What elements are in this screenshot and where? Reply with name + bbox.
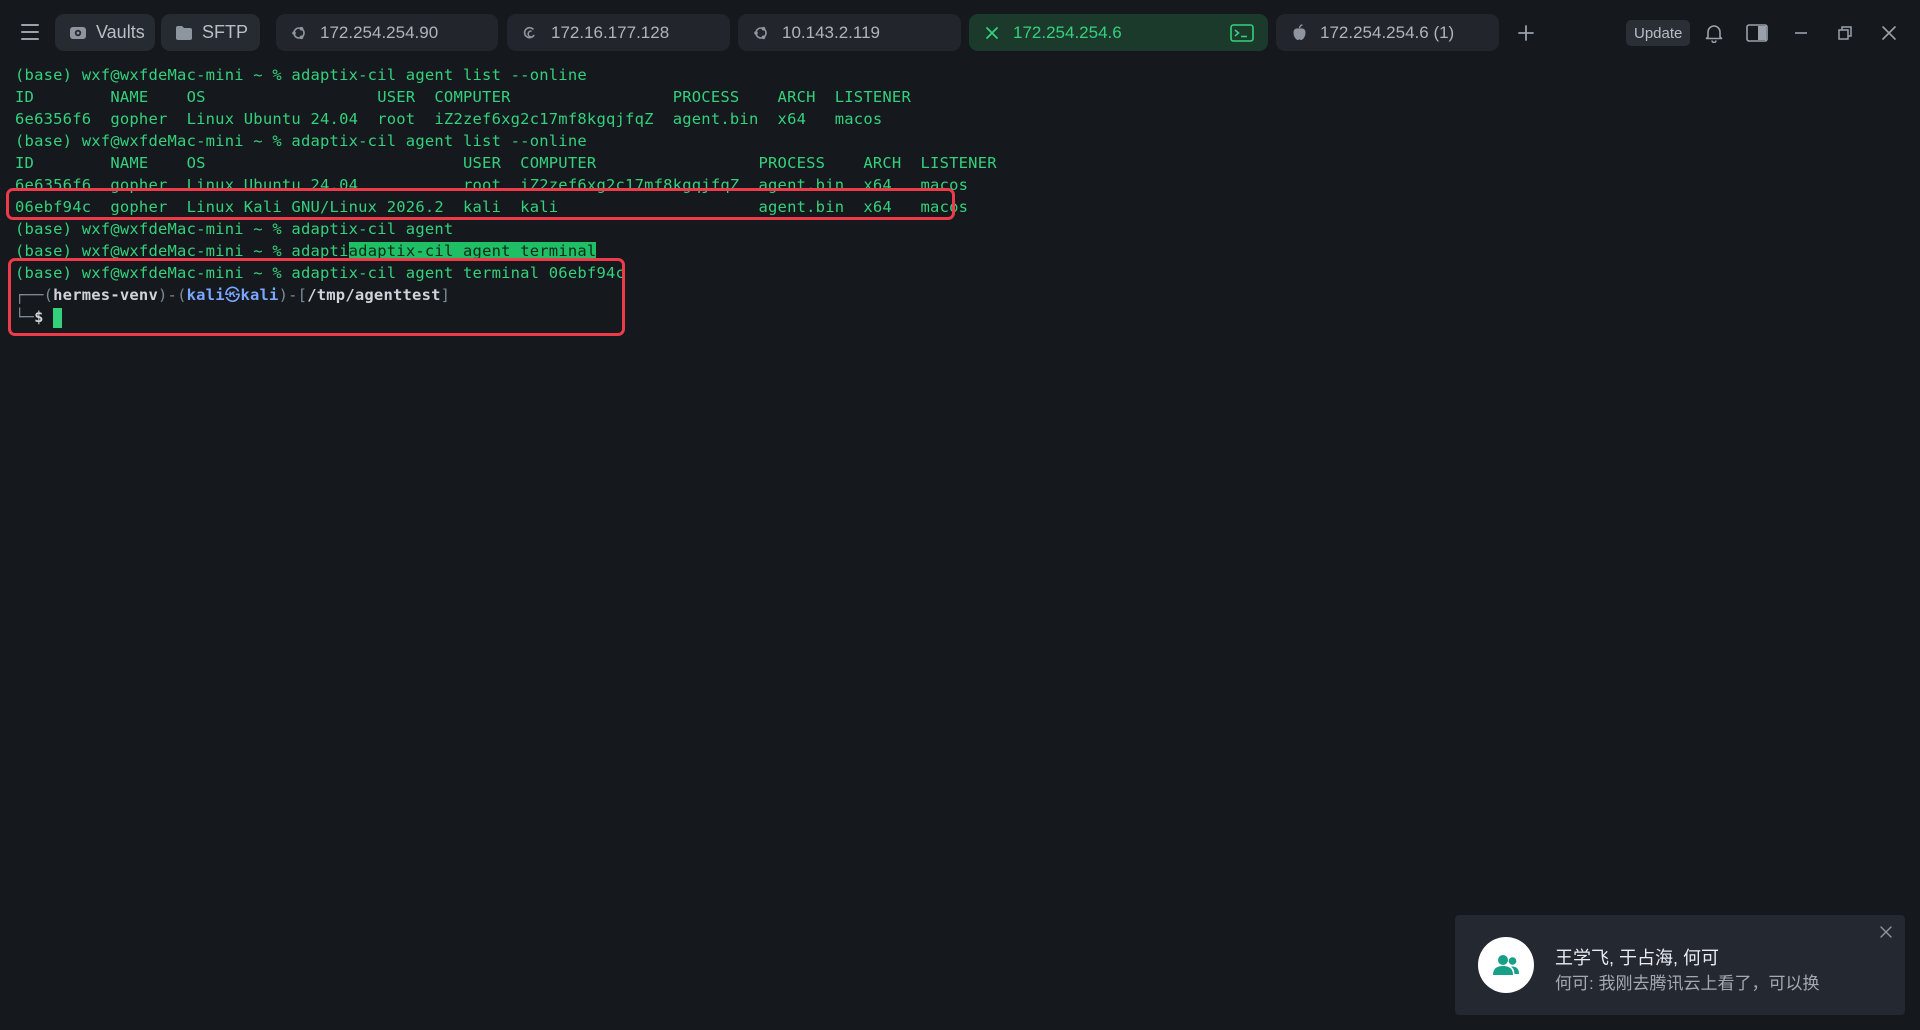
autocomplete-suggestion[interactable]: adaptix-cil agent terminal <box>348 242 597 260</box>
terminal-line: 6e6356f6 gopher Linux Ubuntu 24.04 root … <box>15 110 883 128</box>
tab-172-254-254-6-1[interactable]: 172.254.254.6 (1) <box>1276 14 1499 51</box>
notification-title: 王学飞, 于占海, 何可 <box>1555 948 1720 968</box>
group-users-icon <box>1491 953 1521 977</box>
prompt-dollar: $ <box>34 308 44 326</box>
terminal-line-terminal-command: (base) wxf@wxfdeMac-mini ~ % adaptix-cil… <box>15 264 626 282</box>
tab-label: 172.16.177.128 <box>551 22 670 42</box>
terminal-line: (base) wxf@wxfdeMac-mini ~ % adaptix-cil… <box>15 220 454 238</box>
terminal-line: (base) wxf@wxfdeMac-mini ~ % adaptix-cil… <box>15 132 587 150</box>
prompt-venv: hermes-venv <box>53 286 158 304</box>
terminal-line: (base) wxf@wxfdeMac-mini ~ % adaptix-cil… <box>15 66 587 84</box>
minimize-icon[interactable] <box>1785 17 1817 49</box>
tab-label: 172.254.254.6 (1) <box>1320 22 1455 42</box>
prompt-host: kali <box>240 286 279 304</box>
terminal-line-autocomplete: (base) wxf@wxfdeMac-mini ~ % adaptiadapt… <box>15 240 597 262</box>
group-avatar <box>1478 937 1534 993</box>
prompt-corner: └─ <box>15 308 35 326</box>
typed-command: (base) wxf@wxfdeMac-mini ~ % adapti <box>15 242 349 260</box>
prompt-separator: )-( <box>158 286 187 304</box>
new-tab-plus-icon[interactable] <box>1511 18 1541 48</box>
bell-icon[interactable] <box>1698 17 1730 49</box>
terminal-line: 6e6356f6 gopher Linux Ubuntu 24.04 root … <box>15 176 969 194</box>
hamburger-menu-icon[interactable] <box>14 16 46 48</box>
kali-prompt-line: ┌──(hermes-venv)-(kali㉿kali)-[/tmp/agent… <box>15 284 450 306</box>
chat-notification[interactable]: 王学飞, 于占海, 何可 何可: 我刚去腾讯云上看了，可以换 <box>1455 915 1905 1015</box>
prompt-path: /tmp/agenttest <box>307 286 441 304</box>
prompt-separator: )-[ <box>278 286 308 304</box>
tab-label: 10.143.2.119 <box>782 22 880 42</box>
notification-message: 何可: 我刚去腾讯云上看了，可以换 <box>1555 974 1820 993</box>
ubuntu-icon <box>752 24 770 42</box>
prompt-at-symbol: ㉿ <box>224 286 241 304</box>
close-tab-icon[interactable] <box>983 24 1001 42</box>
ubuntu-icon <box>290 24 308 42</box>
tab-label: 172.254.254.6 <box>1013 22 1122 42</box>
app-window: Vaults SFTP 172.254.254.90 172.16.177.12… <box>0 0 1920 1030</box>
sftp-button[interactable]: SFTP <box>161 14 260 51</box>
tab-172-254-254-90[interactable]: 172.254.254.90 <box>276 14 498 51</box>
sftp-label: SFTP <box>202 22 249 42</box>
vaults-button[interactable]: Vaults <box>55 14 155 51</box>
notification-close-icon[interactable] <box>1877 923 1895 941</box>
debian-icon <box>521 24 539 42</box>
tab-label: 172.254.254.90 <box>320 22 439 42</box>
prompt-corner: ┌──( <box>15 286 54 304</box>
kali-input-line[interactable]: └─$ <box>15 306 63 328</box>
sidebar-toggle-icon[interactable] <box>1741 17 1773 49</box>
terminal-pane[interactable]: (base) wxf@wxfdeMac-mini ~ % adaptix-cil… <box>0 64 1920 1030</box>
tab-172-16-177-128[interactable]: 172.16.177.128 <box>507 14 730 51</box>
prompt-user: kali <box>186 286 225 304</box>
prompt-bracket: ] <box>440 286 451 304</box>
text-cursor <box>53 307 63 328</box>
update-button[interactable]: Update <box>1626 20 1691 46</box>
tab-10-143-2-119[interactable]: 10.143.2.119 <box>738 14 961 51</box>
terminal-line: ID NAME OS USER COMPUTER PROCESS ARCH LI… <box>15 88 911 106</box>
apple-icon <box>1290 24 1308 42</box>
folder-icon <box>175 25 193 41</box>
restore-window-icon[interactable] <box>1829 17 1861 49</box>
close-window-icon[interactable] <box>1873 17 1905 49</box>
tab-172-254-254-6-active[interactable]: 172.254.254.6 <box>969 14 1268 51</box>
vaults-label: Vaults <box>96 22 145 42</box>
vaults-icon <box>69 24 87 42</box>
terminal-line-kali-agent: 06ebf94c gopher Linux Kali GNU/Linux 202… <box>15 198 969 216</box>
top-bar: Vaults SFTP 172.254.254.90 172.16.177.12… <box>0 0 1920 64</box>
terminal-icon[interactable] <box>1230 23 1254 42</box>
terminal-line: ID NAME OS USER COMPUTER PROCESS ARCH LI… <box>15 154 997 172</box>
